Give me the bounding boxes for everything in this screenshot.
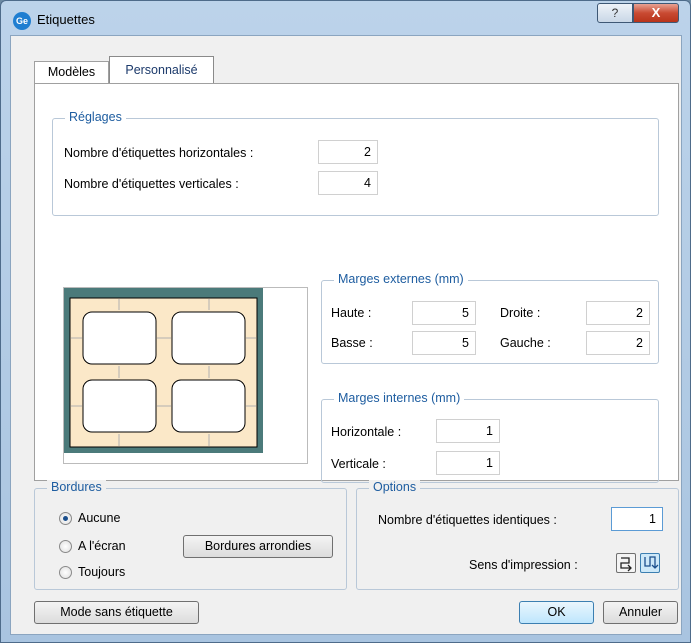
cancel-button[interactable]: Annuler [603, 601, 678, 624]
gauche-label: Gauche : [500, 336, 551, 350]
close-button[interactable]: X [633, 3, 679, 23]
preview-label [171, 311, 246, 365]
vertical-count-label: Nombre d'étiquettes verticales : [64, 177, 239, 191]
horizontal-count-field[interactable]: 2 [318, 140, 378, 164]
basse-field[interactable]: 5 [412, 331, 476, 355]
preview-label [82, 379, 157, 433]
haute-field[interactable]: 5 [412, 301, 476, 325]
droite-field[interactable]: 2 [586, 301, 650, 325]
identical-count-field[interactable]: 1 [611, 507, 663, 531]
dialog-window: Ge Etiquettes ? X Modèles Personnalisé R… [0, 0, 691, 643]
horizontale-field[interactable]: 1 [436, 419, 500, 443]
ok-button[interactable]: OK [519, 601, 594, 624]
identical-count-label: Nombre d'étiquettes identiques : [378, 513, 557, 527]
verticale-label: Verticale : [331, 457, 386, 471]
app-icon: Ge [13, 12, 31, 30]
radio-aucune[interactable] [59, 512, 72, 525]
marges-internes-title: Marges internes (mm) [334, 391, 465, 405]
title-bar[interactable]: Ge Etiquettes ? X [1, 1, 690, 35]
tab-personnalise[interactable]: Personnalisé [109, 56, 214, 84]
dialog-client-area: Modèles Personnalisé Réglages Nombre d'é… [10, 35, 682, 635]
preview-diagram [64, 288, 263, 453]
basse-label: Basse : [331, 336, 373, 350]
print-horizontal-icon [620, 557, 632, 572]
bordures-arrondies-button[interactable]: Bordures arrondies [183, 535, 333, 558]
horizontale-label: Horizontale : [331, 425, 402, 439]
marges-internes-group: Marges internes (mm) Horizontale : 1 Ver… [321, 391, 659, 483]
mode-sans-etiquette-button[interactable]: Mode sans étiquette [34, 601, 199, 624]
marges-externes-title: Marges externes (mm) [334, 272, 468, 286]
radio-a-lecran[interactable] [59, 540, 72, 553]
preview-label [171, 379, 246, 433]
preview-label [82, 311, 157, 365]
radio-a-lecran-label[interactable]: A l'écran [78, 539, 126, 553]
print-direction-label: Sens d'impression : [469, 558, 578, 572]
print-horizontal-button[interactable] [616, 553, 636, 573]
bordures-group: Bordures Aucune A l'écran Toujours Bordu… [34, 480, 347, 590]
gauche-field[interactable]: 2 [586, 331, 650, 355]
radio-toujours-label[interactable]: Toujours [78, 565, 125, 579]
verticale-field[interactable]: 1 [436, 451, 500, 475]
droite-label: Droite : [500, 306, 541, 320]
radio-aucune-label[interactable]: Aucune [78, 511, 120, 525]
haute-label: Haute : [331, 306, 372, 320]
help-button[interactable]: ? [597, 3, 633, 23]
radio-toujours[interactable] [59, 566, 72, 579]
marges-externes-group: Marges externes (mm) Haute : 5 Droite : … [321, 272, 659, 364]
window-title: Etiquettes [37, 12, 95, 27]
tab-panel-personnalise: Réglages Nombre d'étiquettes horizontale… [34, 83, 679, 483]
bordures-title: Bordures [47, 480, 106, 494]
vertical-count-field[interactable]: 4 [318, 171, 378, 195]
reglages-group: Réglages Nombre d'étiquettes horizontale… [52, 110, 659, 216]
print-vertical-button[interactable] [640, 553, 660, 573]
tab-modeles[interactable]: Modèles [34, 61, 109, 83]
options-group: Options Nombre d'étiquettes identiques :… [356, 480, 679, 590]
horizontal-count-label: Nombre d'étiquettes horizontales : [64, 146, 254, 160]
label-layout-preview [63, 287, 308, 464]
reglages-title: Réglages [65, 110, 126, 124]
print-vertical-icon [644, 556, 659, 569]
options-title: Options [369, 480, 421, 494]
